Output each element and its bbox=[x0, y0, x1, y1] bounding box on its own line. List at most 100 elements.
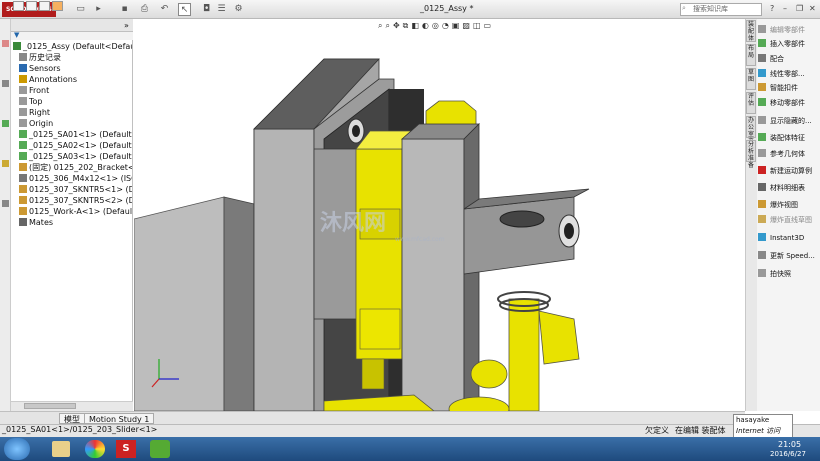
speedpak-icon bbox=[758, 251, 766, 259]
help-icon[interactable]: ? bbox=[770, 4, 774, 13]
open-icon[interactable]: ▸ bbox=[92, 3, 105, 16]
task-pane-item[interactable]: 新建运动算例 bbox=[758, 165, 820, 177]
tree-item[interactable]: 0125_306_M4x12<1> (ISO bbox=[11, 173, 132, 184]
tree-item[interactable]: Sensors bbox=[11, 63, 132, 74]
task-pane-item[interactable]: 爆炸直线草图 bbox=[758, 214, 820, 226]
file-explorer-icon[interactable] bbox=[52, 441, 70, 457]
plane-icon bbox=[19, 108, 27, 116]
task-pane-item[interactable]: 移动零部件 bbox=[758, 97, 820, 109]
task-pane-item[interactable]: 材料明细表 bbox=[758, 182, 820, 194]
new-document-icon[interactable]: ▭ bbox=[74, 3, 87, 16]
tree-item-label: Annotations bbox=[29, 75, 78, 84]
task-pane-item[interactable]: 线性零部... bbox=[758, 68, 820, 80]
task-pane-item[interactable]: 参考几何体 bbox=[758, 148, 820, 160]
tree-filter[interactable] bbox=[11, 32, 133, 40]
minimize-icon[interactable]: – bbox=[783, 4, 787, 13]
task-pane-item[interactable]: 装配体特征 bbox=[758, 132, 820, 144]
property-manager-tab-icon[interactable] bbox=[26, 1, 37, 11]
task-pane-item[interactable]: 更新 Speed... bbox=[758, 250, 820, 262]
part-icon bbox=[19, 163, 27, 171]
task-pane-tab[interactable]: 布局 bbox=[746, 44, 756, 66]
save-icon[interactable]: ▪ bbox=[118, 3, 131, 16]
task-pane-tab[interactable]: 办公室产品 bbox=[746, 116, 756, 152]
task-pane-item[interactable]: 插入零部件 bbox=[758, 38, 820, 50]
file-properties-icon[interactable]: ☰ bbox=[215, 3, 228, 16]
task-pane-item[interactable]: 爆炸视图 bbox=[758, 199, 820, 211]
task-pane-item-label: 智能扣件 bbox=[770, 84, 798, 92]
tree-item[interactable]: Mates bbox=[11, 217, 132, 228]
tooltip: hasayake Internet 访问 bbox=[733, 414, 793, 438]
print-icon[interactable]: ⎙ bbox=[138, 3, 151, 16]
restore-icon[interactable]: ❐ bbox=[796, 4, 803, 13]
task-pane-tab[interactable]: 草图 bbox=[746, 68, 756, 90]
explode-line-icon bbox=[758, 215, 766, 223]
display-manager-tab-icon[interactable] bbox=[52, 1, 63, 11]
tree-item[interactable]: Origin bbox=[11, 118, 132, 129]
paint-icon[interactable] bbox=[150, 440, 170, 458]
tree-item[interactable]: _0125_SA03<1> (Default<D bbox=[11, 151, 132, 162]
strip-tool-icon[interactable] bbox=[2, 200, 9, 207]
mates-icon bbox=[19, 218, 27, 226]
tree-item-label: 0125_Work-A<1> (Default< bbox=[29, 207, 132, 216]
select-icon[interactable]: ↖ bbox=[178, 3, 191, 16]
taskbar-date[interactable]: 2016/6/27 bbox=[770, 450, 806, 458]
undo-icon[interactable]: ↶ bbox=[158, 3, 171, 16]
tree-item[interactable]: _0125_SA02<1> (Default<D bbox=[11, 140, 132, 151]
solidworks-taskbar-icon[interactable]: S bbox=[116, 440, 136, 458]
configuration-tab-icon[interactable] bbox=[39, 1, 50, 11]
tree-item[interactable]: 0125_307_SKNTR5<1> (De bbox=[11, 184, 132, 195]
view-toolbar[interactable]: ⌕⌕✥⧉◧◐◎◔▣▨◫▭ bbox=[378, 21, 494, 31]
graphics-viewport[interactable] bbox=[134, 19, 745, 411]
strip-tool-icon[interactable] bbox=[2, 120, 9, 127]
start-button[interactable] bbox=[4, 438, 30, 460]
tree-item-label: 历史记录 bbox=[29, 53, 61, 62]
strip-tool-icon[interactable] bbox=[2, 160, 9, 167]
sensor-icon bbox=[19, 64, 27, 72]
assembly-feature-icon bbox=[758, 133, 766, 141]
task-pane-item-label: 新建运动算例 bbox=[770, 167, 812, 175]
task-pane-item[interactable]: 显示隐藏的... bbox=[758, 115, 820, 127]
search-input[interactable]: 搜索知识库 bbox=[680, 3, 762, 16]
show-hidden-icon bbox=[758, 116, 766, 124]
task-pane-item[interactable]: 拍快照 bbox=[758, 268, 820, 280]
task-pane-tab[interactable]: 评估 bbox=[746, 92, 756, 114]
tree-item[interactable]: Right bbox=[11, 107, 132, 118]
tree-item-label: Mates bbox=[29, 218, 54, 227]
task-pane-item[interactable]: 配合 bbox=[758, 53, 820, 65]
bom-icon bbox=[758, 183, 766, 191]
chrome-icon[interactable] bbox=[85, 440, 105, 458]
status-defined: 欠定义 bbox=[645, 426, 669, 435]
assembly-model[interactable] bbox=[134, 19, 745, 411]
task-pane-item[interactable]: Instant3D bbox=[758, 232, 820, 244]
tree-item[interactable]: 历史记录 bbox=[11, 52, 132, 63]
rebuild-icon[interactable]: ◘ bbox=[200, 3, 213, 16]
tree-item[interactable]: 0125_307_SKNTR5<2> (De bbox=[11, 195, 132, 206]
tree-item-label: Right bbox=[29, 108, 51, 117]
close-icon[interactable]: ✕ bbox=[809, 4, 816, 13]
tree-item[interactable]: 0125_Work-A<1> (Default< bbox=[11, 206, 132, 217]
filter-icon[interactable]: ▼ bbox=[14, 31, 19, 39]
strip-tool-icon[interactable] bbox=[2, 40, 9, 47]
feature-tree-tab-icon[interactable] bbox=[13, 1, 24, 11]
options-icon[interactable]: ⚙ bbox=[232, 3, 245, 16]
task-pane-tab[interactable]: 装配体 bbox=[746, 20, 756, 42]
status-editing: 在编辑 装配体 bbox=[675, 426, 726, 435]
tree-item[interactable]: Annotations bbox=[11, 74, 132, 85]
tab-motion-study[interactable]: Motion Study 1 bbox=[84, 413, 155, 424]
tree-item[interactable]: _0125_Assy (Default<Default_ bbox=[11, 41, 132, 52]
task-pane-item-label: 移动零部件 bbox=[770, 99, 805, 107]
tree-scroll-thumb[interactable] bbox=[24, 403, 76, 409]
tree-item[interactable]: Front bbox=[11, 85, 132, 96]
task-pane-item[interactable]: 智能扣件 bbox=[758, 82, 820, 94]
tree-item[interactable]: (固定) 0125_202_Bracket<1> bbox=[11, 162, 132, 173]
strip-tool-icon[interactable] bbox=[2, 80, 9, 87]
task-pane-item[interactable]: 编辑零部件 bbox=[758, 24, 820, 36]
taskbar-clock[interactable]: 21:05 bbox=[778, 440, 801, 449]
tree-item-label: Origin bbox=[29, 119, 54, 128]
expand-panel-icon[interactable]: » bbox=[124, 21, 129, 30]
task-pane-tab[interactable]: 分析准备 bbox=[746, 140, 756, 169]
tooltip-text: Internet 访问 bbox=[736, 427, 781, 435]
tab-model[interactable]: 模型 bbox=[59, 413, 85, 424]
tree-item[interactable]: _0125_SA01<1> (Default<D bbox=[11, 129, 132, 140]
tree-item[interactable]: Top bbox=[11, 96, 132, 107]
